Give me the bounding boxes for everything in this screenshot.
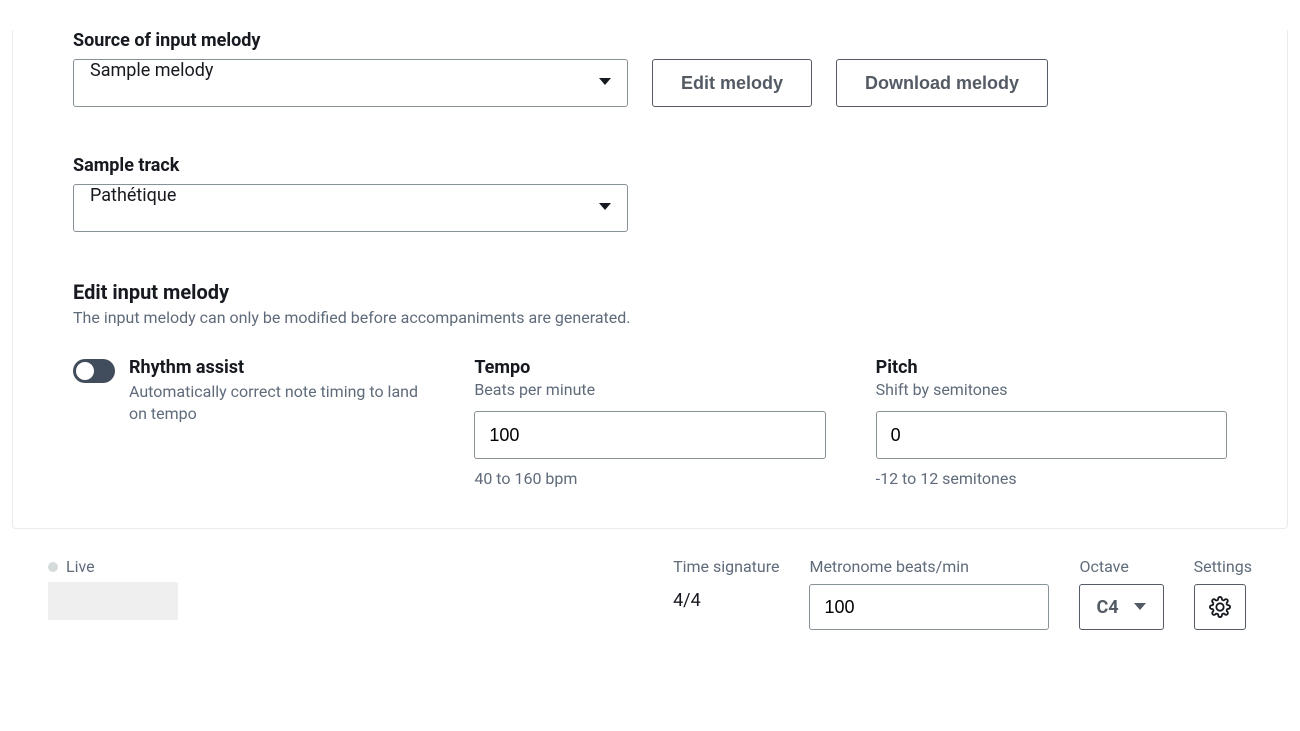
live-status: Live	[48, 557, 643, 576]
time-signature-control: Time signature 4/4	[673, 557, 779, 611]
live-placeholder	[48, 582, 178, 620]
source-select[interactable]: Sample melody	[73, 59, 628, 107]
metronome-label: Metronome beats/min	[809, 557, 1049, 576]
tempo-sublabel: Beats per minute	[474, 380, 825, 399]
octave-value: C4	[1096, 597, 1118, 618]
source-select-value: Sample melody	[73, 59, 628, 107]
tempo-input[interactable]	[474, 411, 825, 459]
live-label: Live	[66, 557, 95, 576]
melody-panel: Source of input melody Sample melody Edi…	[12, 30, 1288, 529]
time-signature-label: Time signature	[673, 557, 779, 576]
settings-label: Settings	[1194, 557, 1252, 576]
download-melody-button[interactable]: Download melody	[836, 59, 1048, 107]
metronome-input[interactable]	[809, 584, 1049, 630]
rhythm-assist-control: Rhythm assist Automatically correct note…	[73, 357, 424, 426]
rhythm-assist-toggle[interactable]	[73, 359, 115, 383]
chevron-down-icon	[1133, 602, 1147, 612]
rhythm-assist-label: Rhythm assist	[129, 357, 424, 378]
octave-select[interactable]: C4	[1079, 584, 1163, 630]
edit-melody-button[interactable]: Edit melody	[652, 59, 812, 107]
edit-melody-title: Edit input melody	[73, 280, 1227, 304]
settings-control: Settings	[1194, 557, 1252, 630]
sample-track-label: Sample track	[73, 155, 1227, 176]
pitch-input[interactable]	[876, 411, 1227, 459]
source-label: Source of input melody	[73, 30, 1227, 51]
metronome-control: Metronome beats/min	[809, 557, 1049, 630]
footer-bar: Live Time signature 4/4 Metronome beats/…	[12, 529, 1288, 640]
octave-control: Octave C4	[1079, 557, 1163, 630]
tempo-label: Tempo	[474, 357, 825, 378]
live-dot-icon	[48, 562, 58, 572]
pitch-label: Pitch	[876, 357, 1227, 378]
sample-track-field: Sample track Pathétique	[73, 155, 1227, 232]
sample-track-value: Pathétique	[73, 184, 628, 232]
edit-melody-desc: The input melody can only be modified be…	[73, 308, 1227, 327]
pitch-hint: -12 to 12 semitones	[876, 469, 1227, 488]
pitch-control: Pitch Shift by semitones -12 to 12 semit…	[876, 357, 1227, 488]
pitch-sublabel: Shift by semitones	[876, 380, 1227, 399]
octave-label: Octave	[1079, 557, 1163, 576]
gear-icon	[1209, 596, 1231, 618]
tempo-hint: 40 to 160 bpm	[474, 469, 825, 488]
toggle-knob	[76, 362, 94, 380]
time-signature-value: 4/4	[673, 590, 779, 611]
source-field: Source of input melody Sample melody Edi…	[73, 30, 1227, 107]
tempo-control: Tempo Beats per minute 40 to 160 bpm	[474, 357, 825, 488]
sample-track-select[interactable]: Pathétique	[73, 184, 628, 232]
rhythm-assist-desc: Automatically correct note timing to lan…	[129, 381, 424, 426]
settings-button[interactable]	[1194, 584, 1246, 630]
